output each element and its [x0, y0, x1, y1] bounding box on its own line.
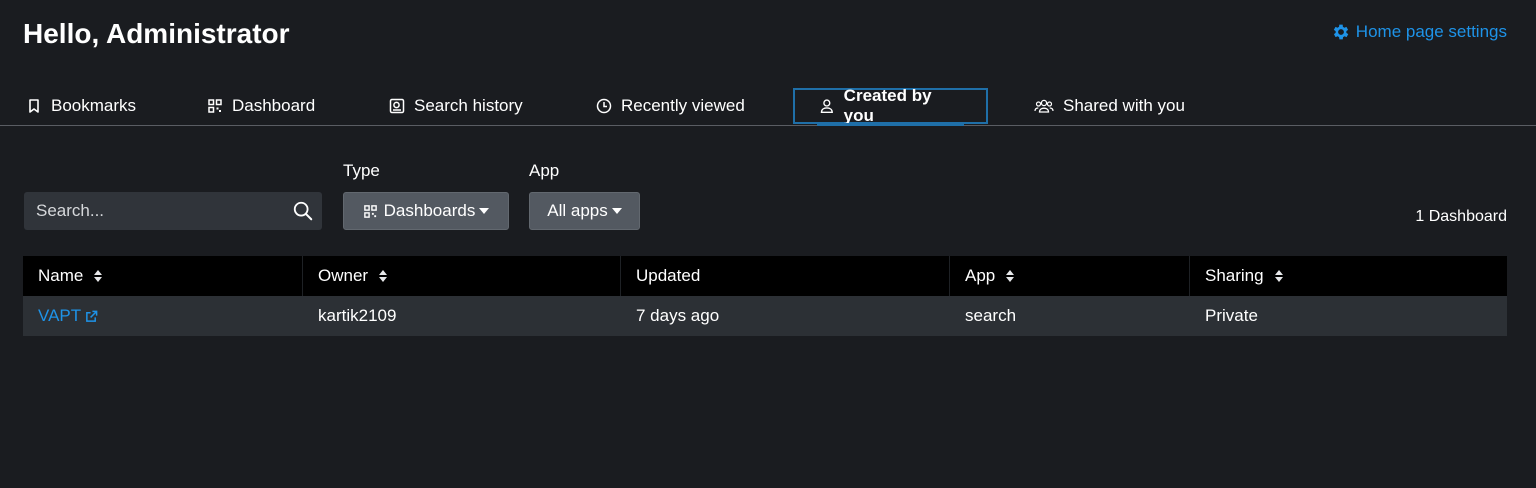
type-dropdown[interactable]: Dashboards [343, 192, 509, 230]
tab-recently-viewed[interactable]: Recently viewed [596, 88, 745, 124]
column-header-label: Updated [636, 266, 701, 285]
user-icon [820, 99, 833, 114]
cell-app: search [965, 306, 1017, 325]
tab-label: Created by you [843, 86, 932, 125]
tab-shared-with-you[interactable]: Shared with you [1034, 88, 1185, 124]
app-dropdown-value: All apps [547, 201, 608, 220]
column-header-label: Sharing [1205, 266, 1264, 285]
table-row: VAPT kartik2109 7 days ago search Privat… [23, 296, 1507, 336]
search-input[interactable] [36, 201, 292, 221]
sort-icon[interactable] [94, 270, 103, 282]
dashboard-icon [363, 204, 377, 218]
sort-icon[interactable] [379, 270, 388, 282]
tab-bookmarks[interactable]: Bookmarks [26, 88, 136, 124]
cell-owner: kartik2109 [318, 306, 397, 325]
tab-label: Dashboard [232, 96, 316, 115]
clock-icon [596, 98, 612, 114]
result-count: 1 Dashboard [1415, 208, 1507, 225]
table-header-row: Name Owner Updated App Sharing [23, 256, 1507, 296]
caret-down-icon [479, 208, 490, 214]
cell-updated: 7 days ago [636, 306, 720, 325]
tab-dashboard[interactable]: Dashboard [207, 88, 315, 124]
gear-icon [1333, 24, 1349, 40]
column-header-label: Owner [318, 266, 369, 285]
dashboards-table: Name Owner Updated App Sharing VAPT kart… [23, 256, 1507, 336]
cell-name: VAPT [23, 296, 303, 336]
tab-label: Recently viewed [621, 96, 745, 115]
column-header-label: Name [38, 266, 84, 285]
sort-icon[interactable] [1274, 270, 1283, 282]
tab-label: Shared with you [1063, 96, 1185, 115]
type-dropdown-value: Dashboards [383, 201, 476, 220]
column-header-sharing[interactable]: Sharing [1190, 256, 1507, 296]
type-filter-label: Type [343, 161, 380, 180]
tab-search-history[interactable]: Search history [389, 88, 523, 124]
tab-label: Bookmarks [51, 96, 137, 115]
column-header-name[interactable]: Name [23, 256, 303, 296]
app-dropdown[interactable]: All apps [529, 192, 640, 230]
active-tab-indicator [817, 123, 964, 126]
cell-sharing: Private [1205, 306, 1258, 325]
search-box [24, 192, 322, 230]
sort-icon[interactable] [1006, 270, 1015, 282]
tab-bar: Bookmarks Dashboard Search history Recen… [0, 86, 1536, 126]
dashboard-link[interactable]: VAPT [38, 306, 98, 326]
app-filter-label: App [529, 161, 560, 180]
search-icon[interactable] [292, 200, 314, 222]
tab-created-by-you[interactable]: Created by you [793, 86, 988, 126]
search-history-icon [389, 98, 405, 114]
column-header-updated: Updated [621, 256, 950, 296]
home-page-settings-link[interactable]: Home page settings [1331, 22, 1507, 42]
bookmark-icon [29, 99, 39, 113]
column-header-app[interactable]: App [950, 256, 1190, 296]
external-link-icon [86, 310, 98, 322]
dashboard-icon [208, 99, 222, 113]
users-icon [1034, 99, 1054, 113]
page-title: Hello, Administrator [23, 18, 290, 49]
column-header-label: App [965, 266, 996, 285]
home-page-settings-label: Home page settings [1355, 22, 1507, 41]
caret-down-icon [611, 208, 622, 214]
column-header-owner[interactable]: Owner [303, 256, 621, 296]
dashboard-link-label: VAPT [38, 306, 82, 325]
tab-label: Search history [414, 96, 523, 115]
